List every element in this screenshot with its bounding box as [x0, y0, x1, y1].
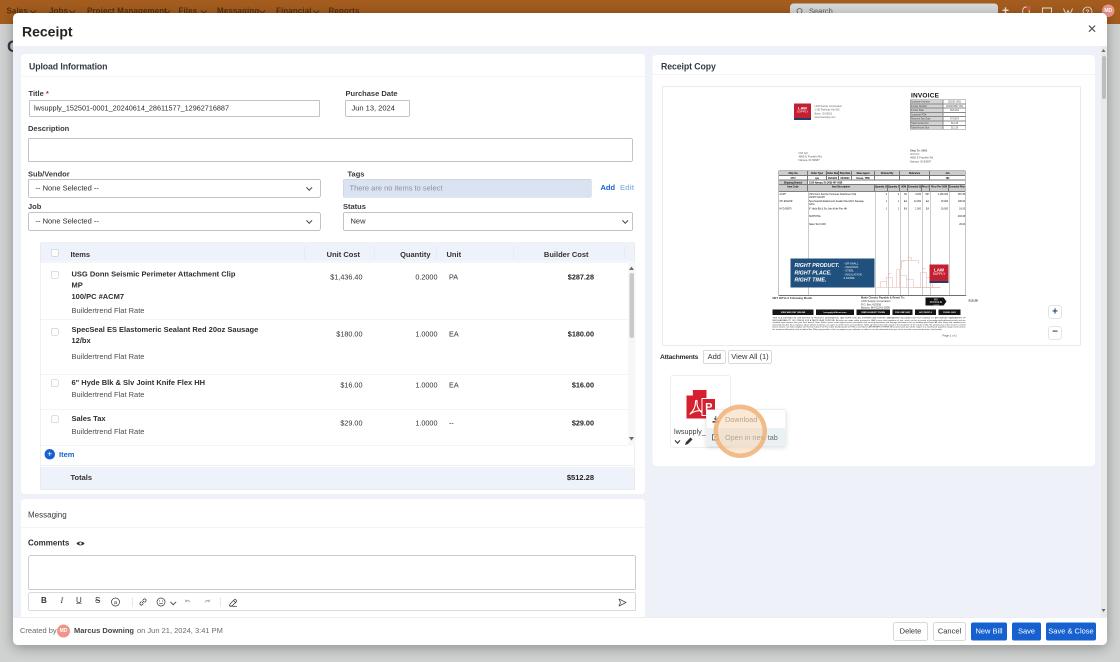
svg-text:a: a: [114, 600, 118, 606]
